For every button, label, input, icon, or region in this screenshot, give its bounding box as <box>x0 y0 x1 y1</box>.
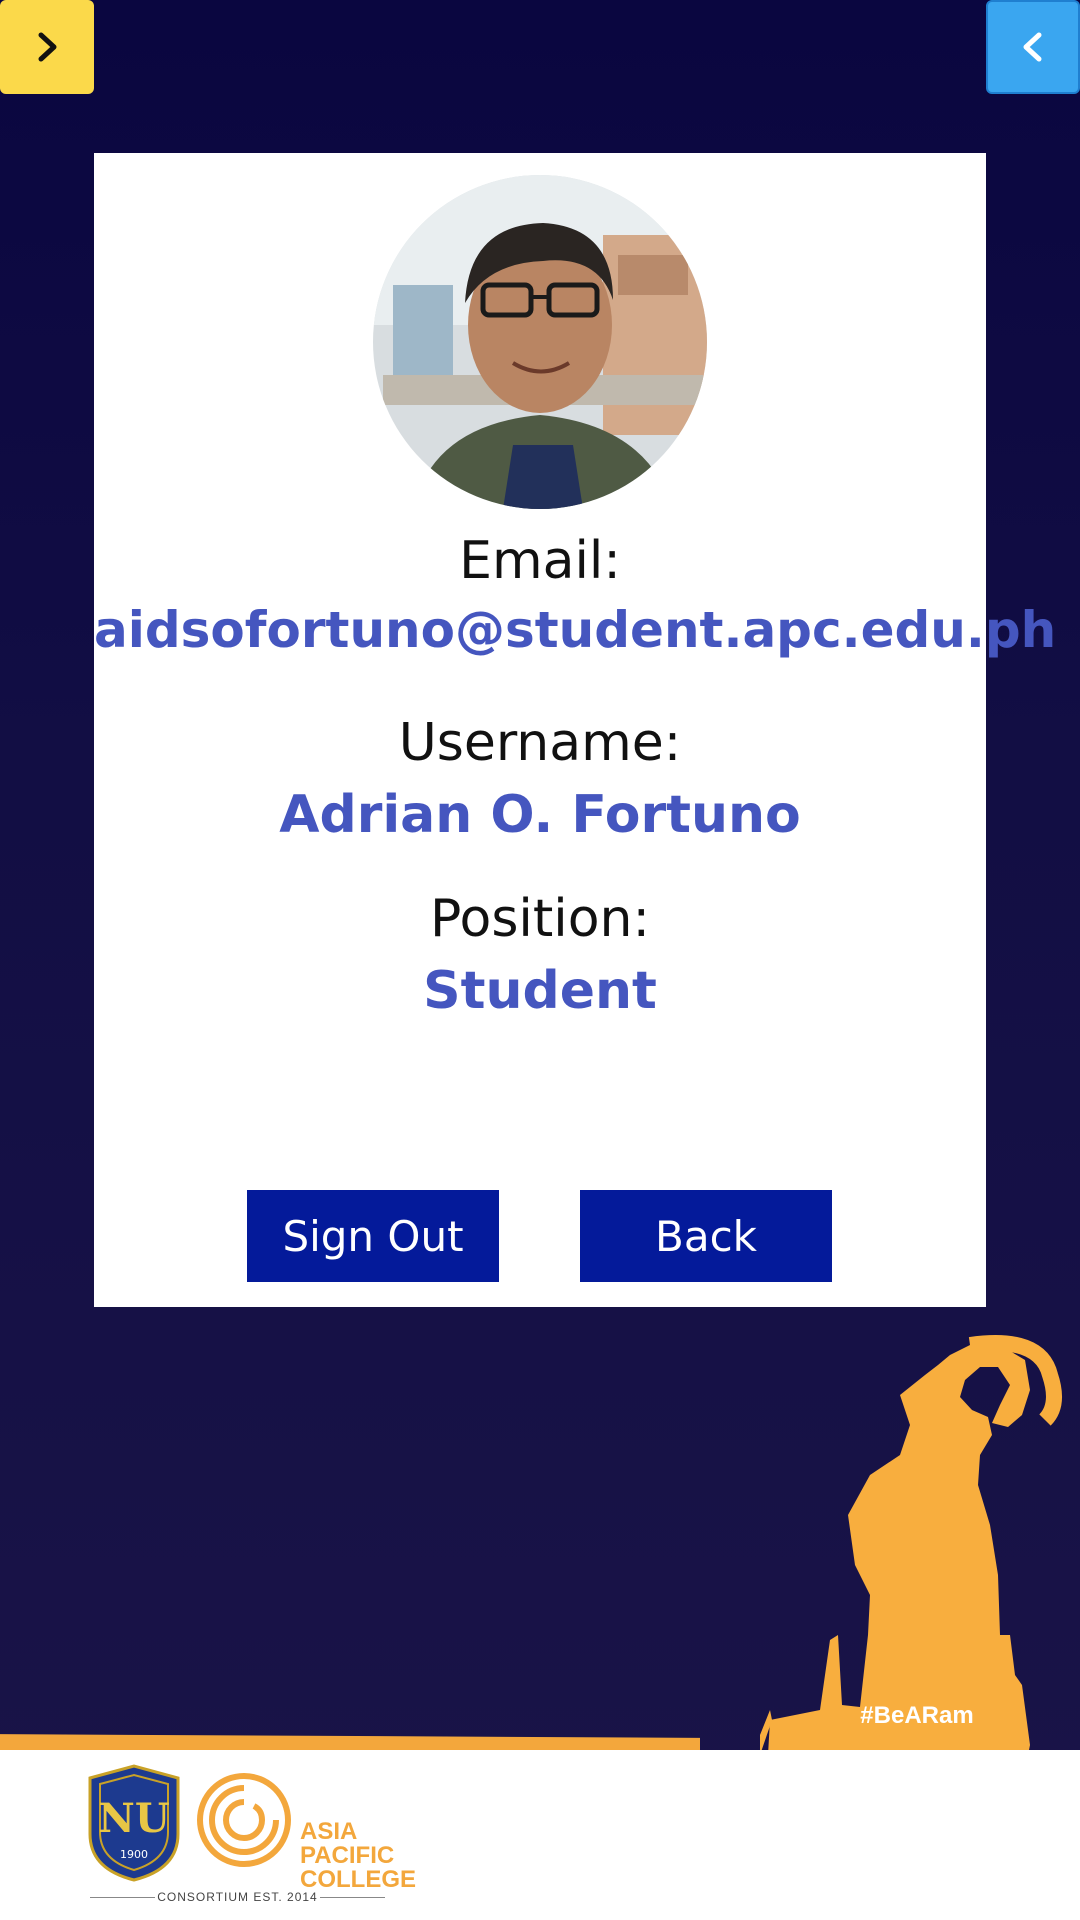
email-label: Email: <box>459 531 621 591</box>
back-button[interactable]: Back <box>580 1190 832 1282</box>
svg-text:1900: 1900 <box>120 1848 148 1861</box>
chevron-left-icon <box>1023 32 1042 62</box>
apc-name-line3: COLLEGE <box>300 1866 417 1893</box>
position-label: Position: <box>430 889 650 949</box>
username-value: Adrian O. Fortuno <box>279 785 801 845</box>
back-nav-button[interactable] <box>986 0 1080 94</box>
consortium-label: CONSORTIUM EST. 2014 <box>157 1890 318 1904</box>
forward-button[interactable] <box>0 0 94 94</box>
svg-text:NU: NU <box>98 1795 169 1842</box>
sign-out-button[interactable]: Sign Out <box>247 1190 499 1282</box>
hashtag-label: #BeARam <box>860 1702 974 1729</box>
chevron-right-icon <box>38 32 57 62</box>
apc-name: ASIA PACIFIC COLLEGE <box>300 1820 416 1892</box>
nu-logo: NU 1900 <box>88 1764 180 1882</box>
apc-name-line1: ASIA <box>300 1818 358 1845</box>
username-label: Username: <box>398 713 682 773</box>
email-value: aidsofortuno@student.apc.edu.ph <box>94 601 1057 659</box>
profile-avatar <box>373 175 707 509</box>
profile-card: Email: aidsofortuno@student.apc.edu.ph U… <box>94 153 1057 1307</box>
position-value: Student <box>423 961 657 1021</box>
ram-mascot-graphic <box>760 1335 1062 1755</box>
profile-screen: Email: aidsofortuno@student.apc.edu.ph U… <box>0 0 1080 1920</box>
apc-name-line2: PACIFIC <box>300 1842 395 1869</box>
apc-logo <box>197 1773 291 1867</box>
